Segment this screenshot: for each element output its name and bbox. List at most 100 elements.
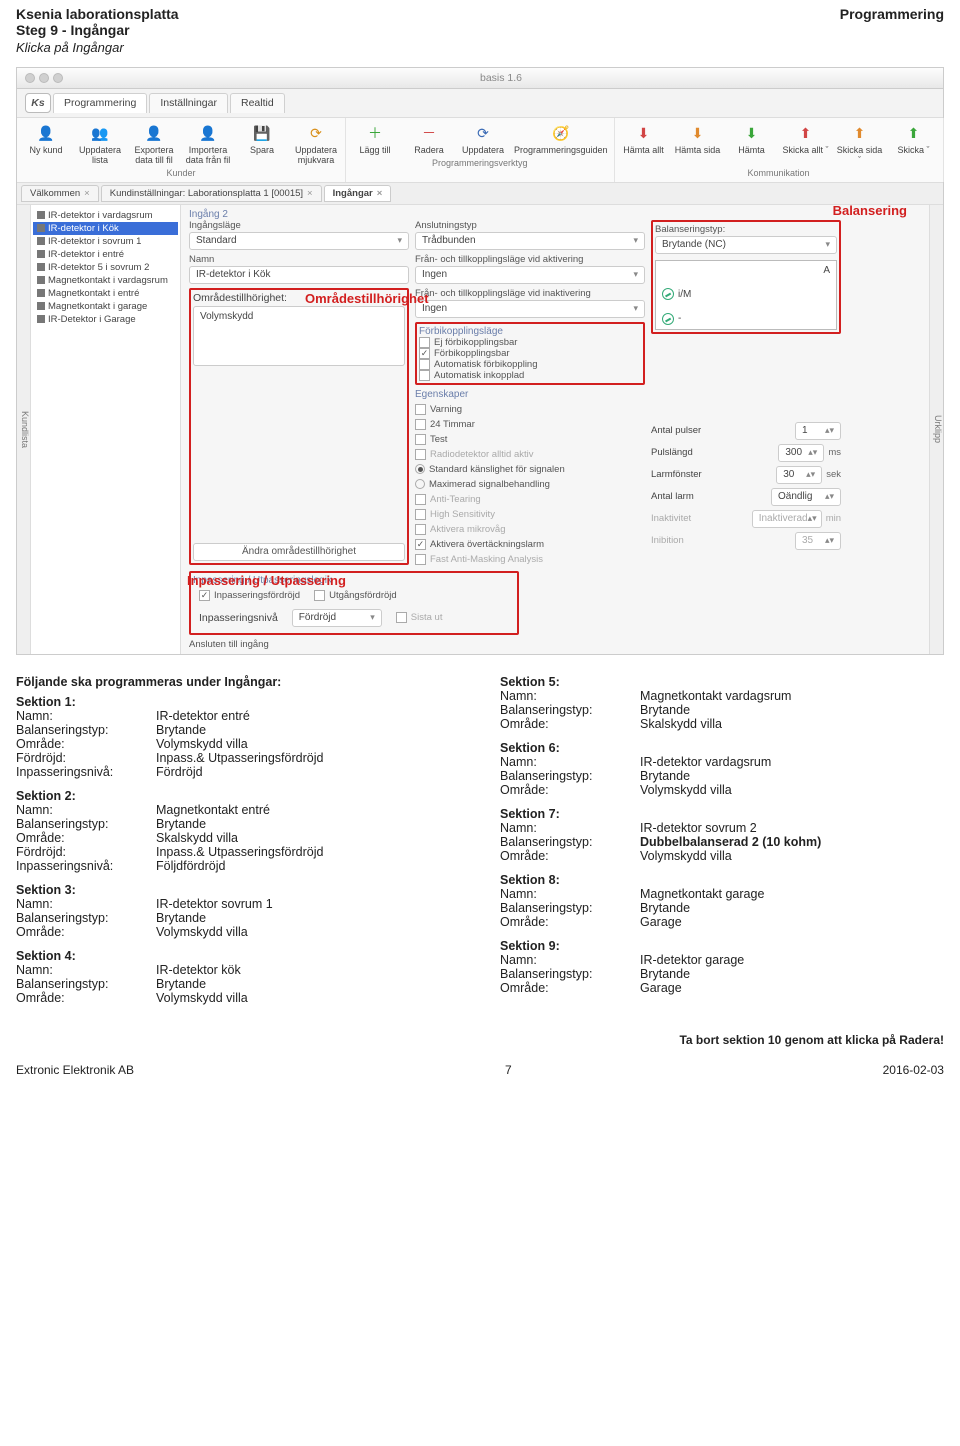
- ribbon-uppdatera2[interactable]: ⟳Uppdatera: [460, 122, 506, 156]
- select-anslutningstyp[interactable]: Trådbunden▾: [415, 232, 645, 250]
- label: Namn: [189, 254, 409, 265]
- tree-item[interactable]: Magnetkontakt i garage: [33, 300, 178, 313]
- chk-high-sensitivity[interactable]: High Sensitivity: [415, 509, 645, 520]
- traffic-max-icon[interactable]: [53, 73, 63, 83]
- label: Anslutningstyp: [415, 220, 645, 231]
- doc-tab[interactable]: Ingångar×: [324, 185, 392, 202]
- tree-item[interactable]: IR-detektor i Kök: [33, 222, 178, 235]
- omrade-list[interactable]: Volymskydd: [193, 306, 405, 366]
- ribbon-ny-kund[interactable]: 👤Ny kund: [23, 122, 69, 166]
- chk-fast-antimasking[interactable]: Fast Anti-Masking Analysis: [415, 554, 645, 565]
- siderail-left[interactable]: Kundlista: [17, 205, 31, 654]
- section-block: Sektion 9:Namn:IR-detektor garageBalanse…: [500, 939, 944, 995]
- kv-row: Område:Volymskydd villa: [16, 991, 460, 1005]
- square-icon: [37, 263, 45, 271]
- kv-row: Namn:IR-detektor vardagsrum: [500, 755, 944, 769]
- chk-test[interactable]: Test: [415, 434, 645, 445]
- ribbon-spara[interactable]: 💾Spara: [239, 122, 285, 166]
- chk-radiodetektor-aktiv[interactable]: Radiodetektor alltid aktiv: [415, 449, 645, 460]
- ribbon-uppdatera-mjukvara[interactable]: ⟳Uppdatera mjukvara: [293, 122, 339, 166]
- chk-mikrovag[interactable]: Aktivera mikrovåg: [415, 524, 645, 535]
- kv-row: Namn:IR-detektor sovrum 2: [500, 821, 944, 835]
- chk-auto-forbikoppling[interactable]: Automatisk förbikoppling: [419, 359, 641, 370]
- ribbon-uppdatera-lista[interactable]: 👥Uppdatera lista: [77, 122, 123, 166]
- redbox-balansering: Balanseringstyp: Brytande (NC)▾ A i/M -: [651, 220, 841, 334]
- select-aktivering[interactable]: Ingen▾: [415, 266, 645, 284]
- chk-overtackningslarm[interactable]: ✓Aktivera övertäckningslarm: [415, 539, 645, 550]
- ansluten-label: Ansluten till ingång: [189, 639, 921, 650]
- chk-varning[interactable]: Varning: [415, 404, 645, 415]
- ribbon-skicka-allt[interactable]: ⬆Skicka allt ˇ: [783, 122, 829, 166]
- skicka-icon: ⬆: [903, 122, 925, 144]
- ribbon-radera[interactable]: －Radera: [406, 122, 452, 156]
- radio-max-signal[interactable]: Maximerad signalbehandling: [415, 479, 645, 490]
- spinner-antal-pulser[interactable]: 1▴▾: [795, 422, 841, 440]
- section-block: Sektion 4:Namn:IR-detektor kökBalanserin…: [16, 949, 460, 1005]
- field-inaktivering: Från- och tillkopplingsläge vid inaktive…: [415, 288, 645, 318]
- menu-tab[interactable]: Realtid: [230, 93, 285, 113]
- square-icon: [37, 224, 45, 232]
- chk-ej-forbikopplingsbar[interactable]: Ej förbikopplingsbar: [419, 337, 641, 348]
- field-balanseringstyp: Balanseringstyp: Brytande (NC)▾: [655, 224, 837, 254]
- select-ingangslage[interactable]: Standard▾: [189, 232, 409, 250]
- menu-tab[interactable]: Programmering: [53, 93, 147, 113]
- chevron-down-icon: ▾: [633, 269, 638, 280]
- ribbon-guide[interactable]: 🧭Programmeringsguiden: [514, 122, 608, 156]
- select-inpasseringsniva[interactable]: Fördröjd▾: [292, 609, 382, 627]
- terminal-icon: [662, 288, 674, 300]
- ribbon-label: Uppdatera lista: [77, 146, 123, 166]
- radio-standard-kanslighet[interactable]: Standard känslighet för signalen: [415, 464, 645, 475]
- select-inaktivering[interactable]: Ingen▾: [415, 300, 645, 318]
- chk-inpasseringsfordrojd[interactable]: ✓Inpasseringsfördröjd: [199, 590, 300, 601]
- chk-forbikopplingsbar[interactable]: ✓Förbikopplingsbar: [419, 348, 641, 359]
- section-block: Sektion 6:Namn:IR-detektor vardagsrumBal…: [500, 741, 944, 797]
- chk-sista-ut[interactable]: Sista ut: [396, 612, 443, 623]
- chk-auto-inkopplad[interactable]: Automatisk inkopplad: [419, 370, 641, 381]
- kv-row: Område:Volymskydd villa: [500, 783, 944, 797]
- tree-item[interactable]: IR-detektor i vardagsrum: [33, 209, 178, 222]
- close-icon[interactable]: ×: [84, 188, 90, 199]
- tree-item[interactable]: IR-Detektor i Garage: [33, 313, 178, 326]
- chk-anti-tearing[interactable]: Anti-Tearing: [415, 494, 645, 505]
- spinner-larmfonster[interactable]: 30▴▾: [776, 466, 822, 484]
- section-title: Sektion 5:: [500, 675, 944, 689]
- ribbon-skicka[interactable]: ⬆Skicka ˇ: [891, 122, 937, 166]
- andra-omrade-button[interactable]: Ändra områdestillhörighet: [193, 543, 405, 561]
- section-title: Sektion 6:: [500, 741, 944, 755]
- ribbon-importera[interactable]: 👤Importera data från fil: [185, 122, 231, 166]
- ribbon-exportera[interactable]: 👤Exportera data till fil: [131, 122, 177, 166]
- traffic-min-icon[interactable]: [39, 73, 49, 83]
- siderail-right[interactable]: Urklipp: [929, 205, 943, 654]
- ribbon-hamta-allt[interactable]: ⬇Hämta allt: [621, 122, 667, 166]
- spinner-inaktivitet[interactable]: Inaktiverad▴▾: [752, 510, 822, 528]
- ribbon-skicka-sida[interactable]: ⬆Skicka sida ˇ: [837, 122, 883, 166]
- chk-24timmar[interactable]: 24 Timmar: [415, 419, 645, 430]
- chk-utgangsfordrojd[interactable]: Utgångsfördröjd: [314, 590, 397, 601]
- field-antal-larm: Antal larmOändlig▴▾: [651, 488, 841, 506]
- tree-item[interactable]: Magnetkontakt i entré: [33, 287, 178, 300]
- tree-item[interactable]: IR-detektor i entré: [33, 248, 178, 261]
- kv-row: Balanseringstyp:Brytande: [500, 703, 944, 717]
- select-balanseringstyp[interactable]: Brytande (NC)▾: [655, 236, 837, 254]
- tree-item[interactable]: IR-detektor 5 i sovrum 2: [33, 261, 178, 274]
- close-icon[interactable]: ×: [377, 188, 383, 199]
- spinner-inibition[interactable]: 35▴▾: [795, 532, 841, 550]
- input-namn[interactable]: IR-detektor i Kök: [189, 266, 409, 284]
- ribbon-lagg-till[interactable]: ＋Lägg till: [352, 122, 398, 156]
- lagg-till-icon: ＋: [364, 122, 386, 144]
- ribbon-group-label: Kunder: [166, 168, 195, 178]
- close-icon[interactable]: ×: [307, 188, 313, 199]
- ribbon-hamta[interactable]: ⬇Hämta: [729, 122, 775, 166]
- tree-item[interactable]: IR-detektor i sovrum 1: [33, 235, 178, 248]
- kv-row: Balanseringstyp:Brytande: [16, 723, 460, 737]
- traffic-close-icon[interactable]: [25, 73, 35, 83]
- tree-item[interactable]: Magnetkontakt i vardagsrum: [33, 274, 178, 287]
- doc-tab[interactable]: Kundinställningar: Laborationsplatta 1 […: [101, 185, 322, 202]
- ribbon-hamta-sida[interactable]: ⬇Hämta sida: [675, 122, 721, 166]
- spinner-pulslangd[interactable]: 300▴▾: [778, 444, 824, 462]
- menu-tab[interactable]: Inställningar: [149, 93, 228, 113]
- doc-tab[interactable]: Välkommen×: [21, 185, 99, 202]
- spinner-antal-larm[interactable]: Oändlig▴▾: [771, 488, 841, 506]
- kv-row: Namn:Magnetkontakt entré: [16, 803, 460, 817]
- redbox-forbikoppling: Förbikopplingsläge Ej förbikopplingsbar …: [415, 322, 645, 385]
